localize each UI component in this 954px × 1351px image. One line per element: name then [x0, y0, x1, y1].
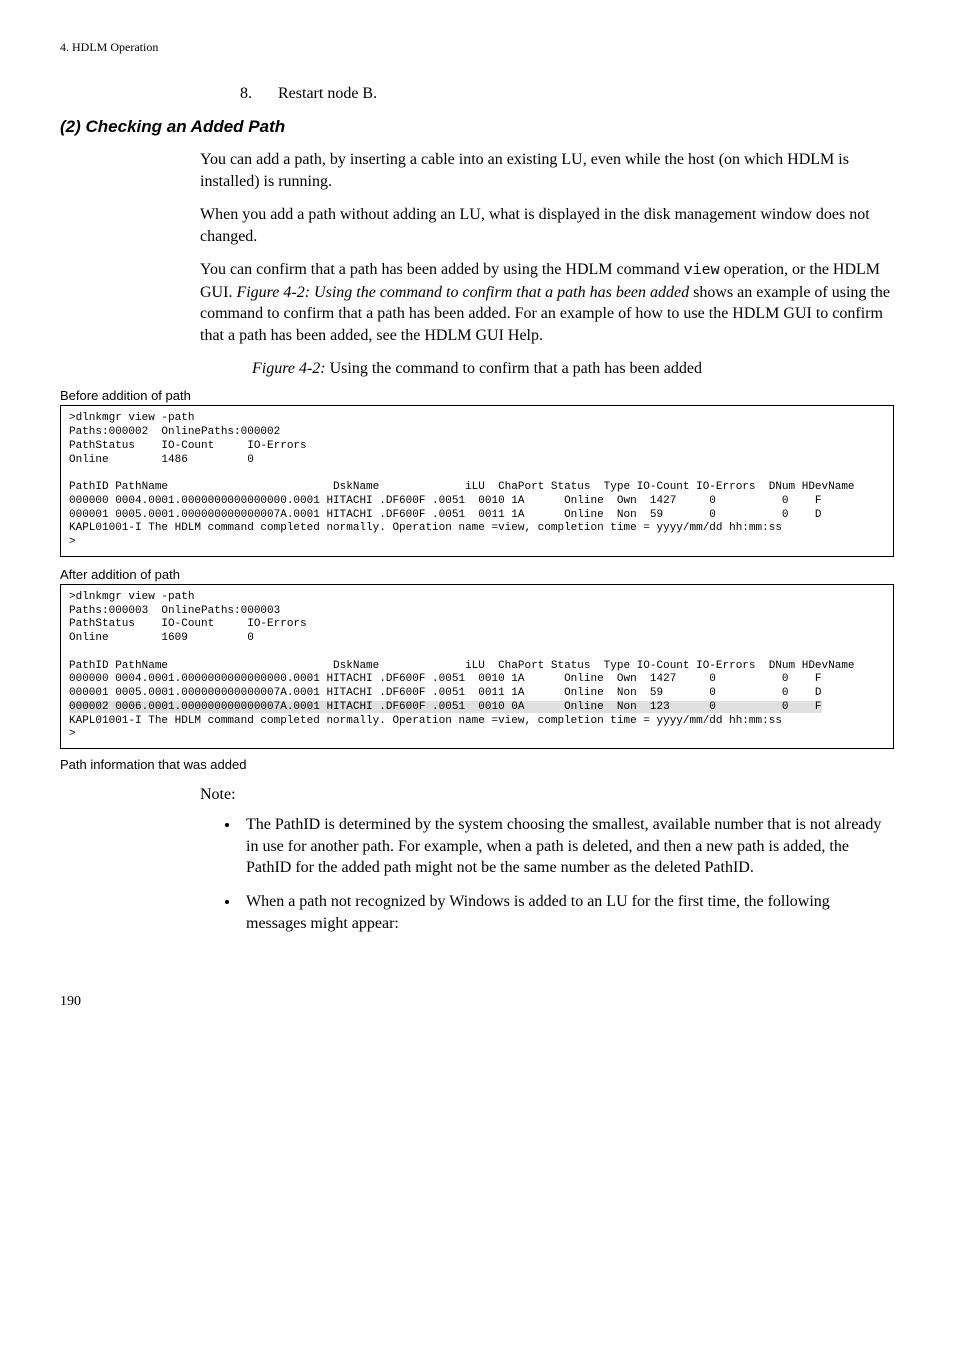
tb-l2: Paths:000002 OnlinePaths:000002 [69, 426, 280, 438]
ta-l1: >dlnkmgr view -path [69, 591, 194, 603]
ta-l6: PathID PathName DskName iLU ChaPort Stat… [69, 660, 855, 672]
figure-caption-label: Figure 4-2: [252, 360, 330, 377]
after-label: After addition of path [60, 567, 894, 582]
step-number: 8. [240, 85, 274, 103]
page: 4. HDLM Operation 8. Restart node B. (2)… [0, 0, 954, 1050]
note-bullets: The PathID is determined by the system c… [240, 814, 894, 934]
view-command-code: view [684, 262, 720, 279]
paragraph-2: When you add a path without adding an LU… [200, 204, 894, 247]
ta-l10: > [69, 728, 76, 740]
figure-caption-text: Using the command to confirm that a path… [330, 360, 702, 377]
ta-highlight-row: 000002 0006.0001.000000000000007A.0001 H… [69, 701, 822, 713]
tb-l9: KAPL01001-I The HDLM command completed n… [69, 522, 782, 534]
page-header: 4. HDLM Operation [60, 40, 894, 55]
paragraph-3: You can confirm that a path has been add… [200, 259, 894, 346]
terminal-before: >dlnkmgr view -path Paths:000002 OnlineP… [60, 405, 894, 557]
paragraph-1: You can add a path, by inserting a cable… [200, 149, 894, 192]
bullet-1: The PathID is determined by the system c… [240, 814, 894, 879]
step-text: Restart node B. [278, 85, 377, 102]
tb-l3: PathStatus IO-Count IO-Errors [69, 440, 307, 452]
figure-caption: Figure 4-2: Using the command to confirm… [60, 360, 894, 378]
ta-l4: Online 1609 0 [69, 632, 254, 644]
path-info-label: Path information that was added [60, 757, 894, 772]
terminal-after: >dlnkmgr view -path Paths:000003 OnlineP… [60, 584, 894, 749]
step-8: 8. Restart node B. [240, 85, 894, 103]
para3-a: You can confirm that a path has been add… [200, 261, 684, 278]
tb-l6: PathID PathName DskName iLU ChaPort Stat… [69, 481, 855, 493]
tb-l1: >dlnkmgr view -path [69, 412, 194, 424]
ta-l9: KAPL01001-I The HDLM command completed n… [69, 715, 782, 727]
ta-l2: Paths:000003 OnlinePaths:000003 [69, 605, 280, 617]
note-label: Note: [200, 786, 894, 804]
ta-l8: 000001 0005.0001.000000000000007A.0001 H… [69, 687, 822, 699]
figure-ref: Figure 4-2: Using the command to confirm… [236, 284, 689, 301]
ta-l7: 000000 0004.0001.0000000000000000.0001 H… [69, 673, 822, 685]
tb-l8: 000001 0005.0001.000000000000007A.0001 H… [69, 509, 822, 521]
bullet-2: When a path not recognized by Windows is… [240, 891, 894, 934]
tb-l4: Online 1486 0 [69, 454, 254, 466]
tb-l10: > [69, 536, 76, 548]
tb-l7: 000000 0004.0001.0000000000000000.0001 H… [69, 495, 822, 507]
ta-l3: PathStatus IO-Count IO-Errors [69, 618, 307, 630]
section-heading: (2) Checking an Added Path [60, 117, 894, 137]
page-number: 190 [60, 994, 894, 1010]
before-label: Before addition of path [60, 388, 894, 403]
